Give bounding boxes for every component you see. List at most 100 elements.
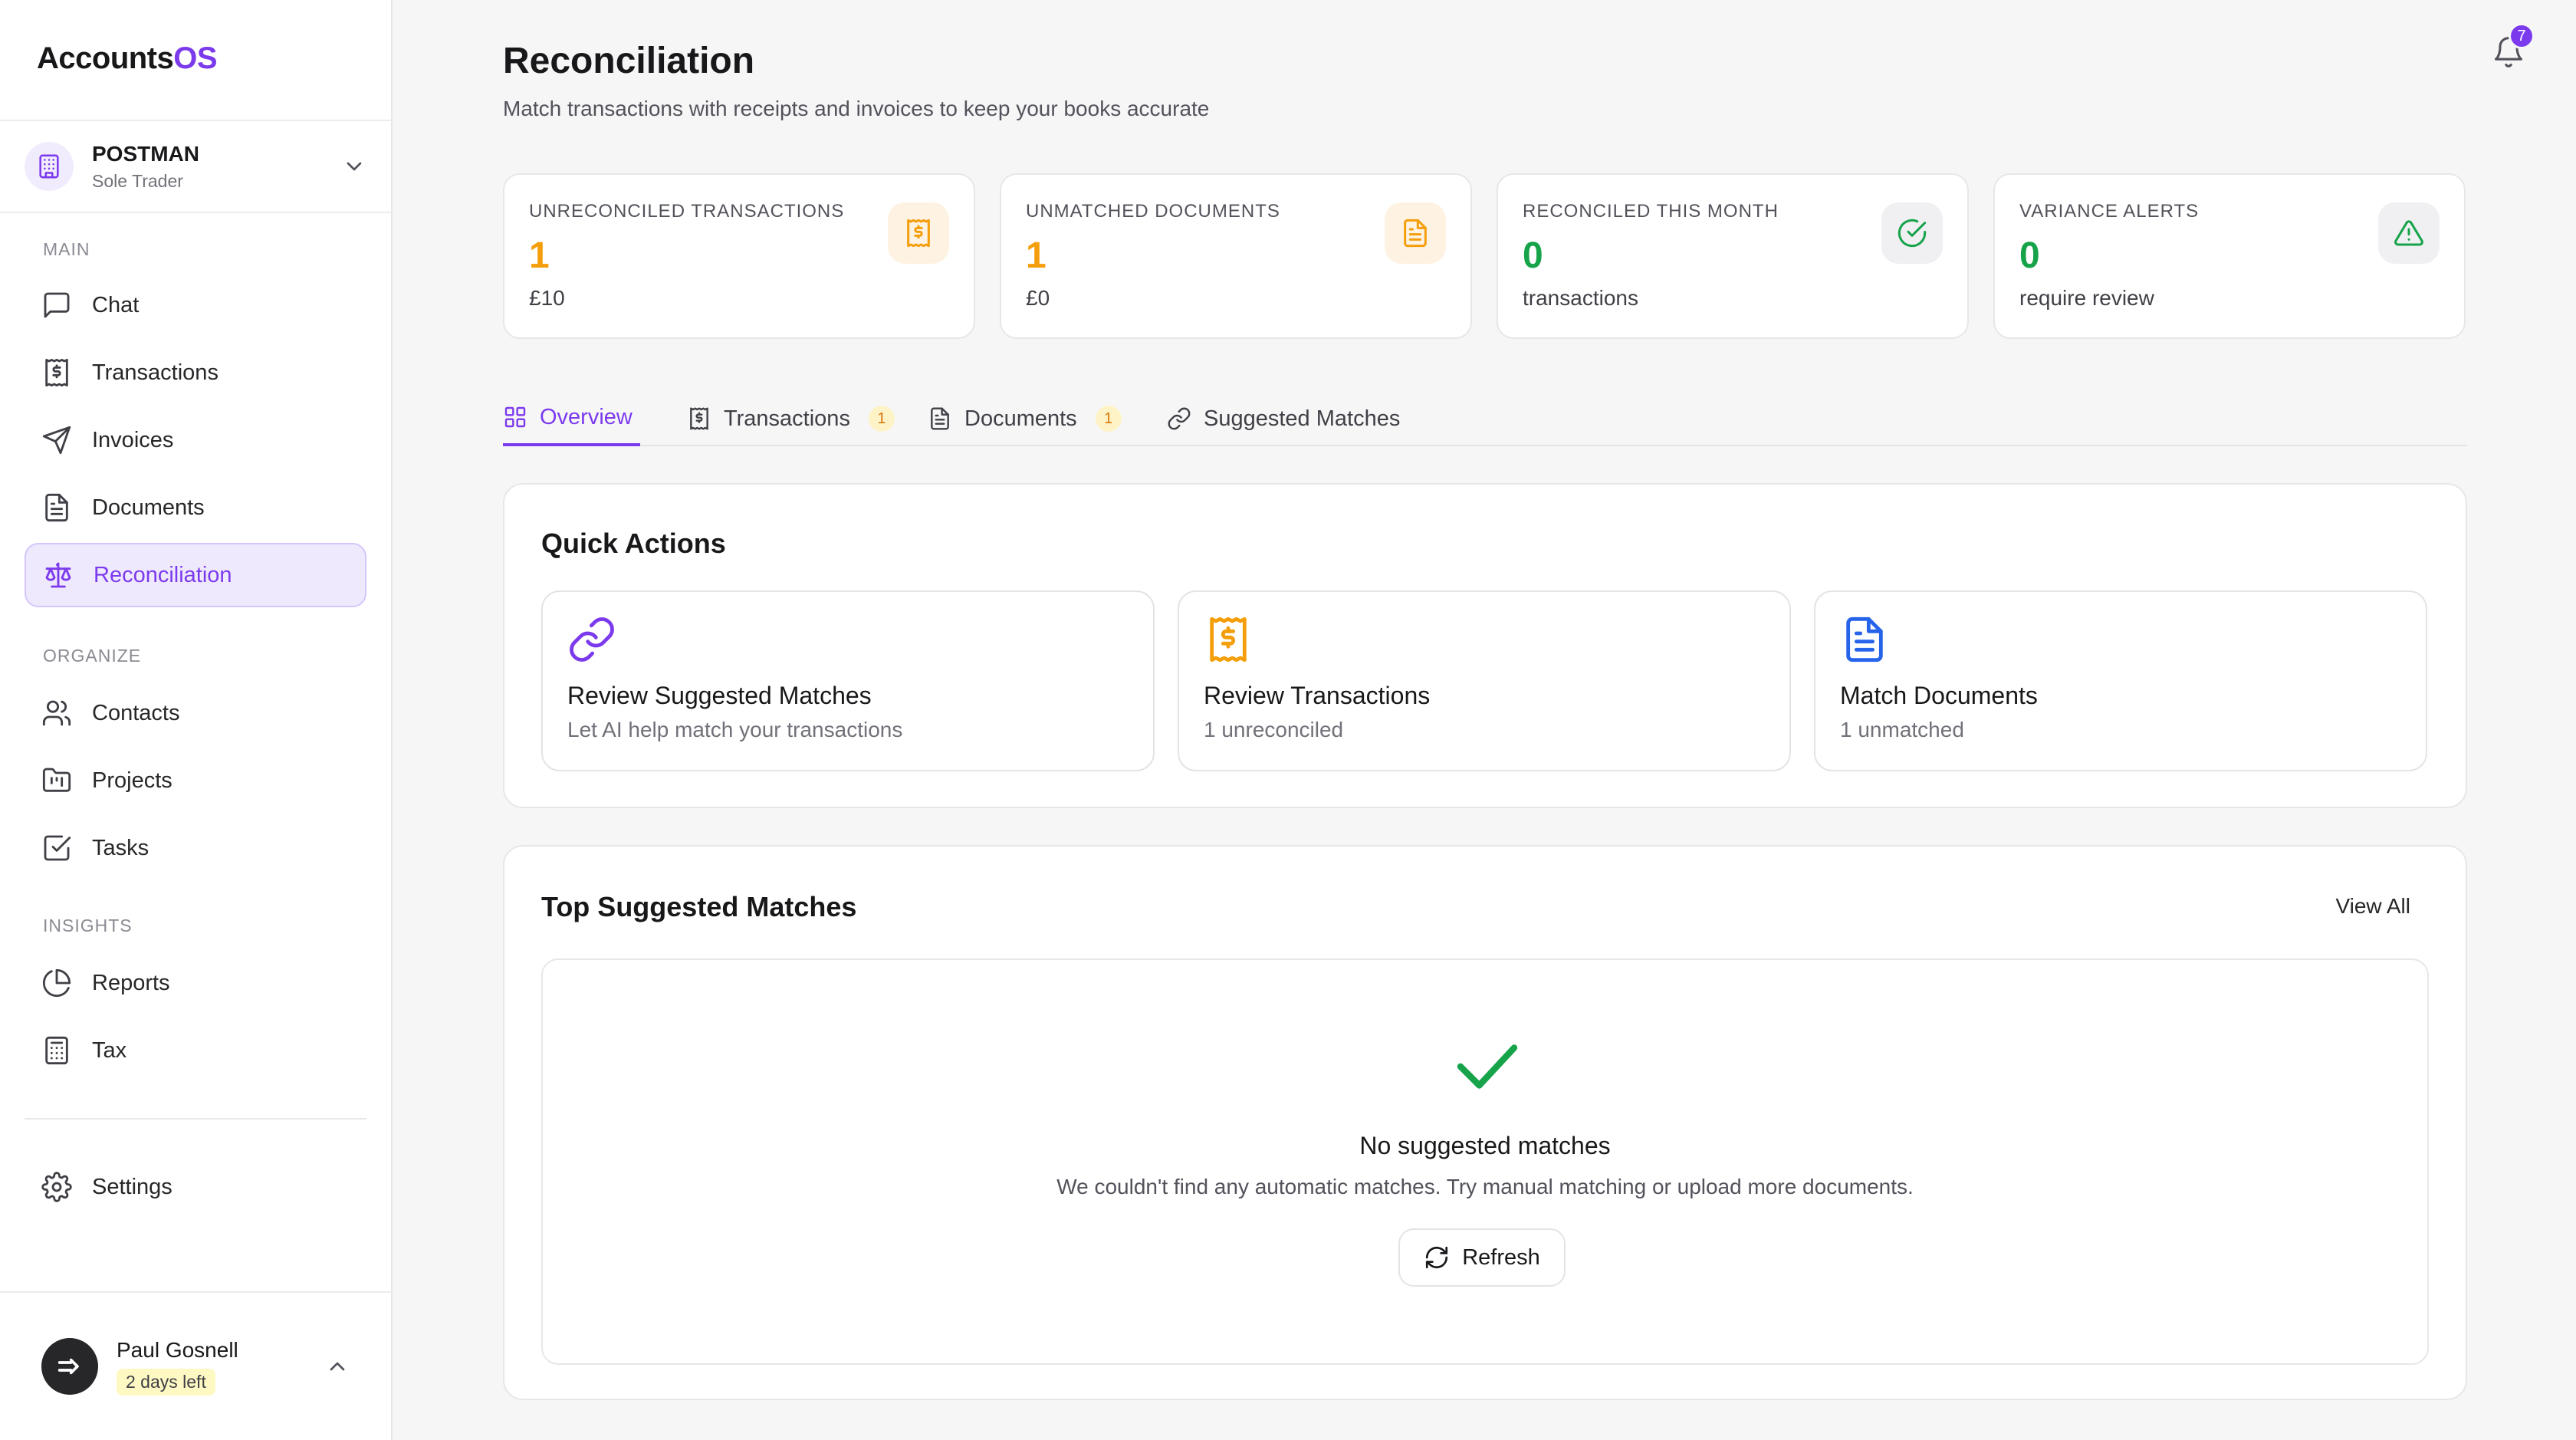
section-label-insights: INSIGHTS [43,916,133,935]
checkmark-icon [1457,1044,1518,1089]
checkbox-icon [44,835,71,861]
stat-label: UNRECONCILED TRANSACTIONS [529,201,845,222]
receipt-dollar-icon [1210,616,1247,662]
action-title: Review Transactions [1204,682,1431,709]
section-label-main: MAIN [43,239,90,259]
stat-sub: £0 [1026,286,1050,310]
stat-card-reconciled: RECONCILED THIS MONTH 0 transactions [1497,173,1969,339]
match-documents-card[interactable]: Match Documents 1 unmatched [1814,590,2427,771]
sidebar-item-reconciliation[interactable]: Reconciliation [25,543,366,607]
stat-value: 0 [2019,235,2040,276]
stat-label: VARIANCE ALERTS [2019,201,2200,222]
stat-sub: transactions [1523,286,1638,310]
alert-triangle-icon [2378,202,2440,264]
avatar [41,1338,98,1395]
check-circle-icon [1881,202,1943,264]
stat-value: 1 [1026,235,1046,276]
chevron-up-icon [330,1362,345,1371]
pie-chart-icon [42,968,71,998]
trial-badge: 2 days left [117,1368,215,1396]
user-name: Paul Gosnell [117,1337,238,1362]
view-all-link[interactable]: View All [2335,894,2410,919]
review-suggested-matches-card[interactable]: Review Suggested Matches Let AI help mat… [541,590,1155,771]
send-icon [42,426,71,455]
receipt-dollar-icon [45,358,68,387]
app-logo[interactable]: AccountsOS [37,41,218,76]
document-icon [1385,202,1446,264]
tab-suggested-matches[interactable]: Suggested Matches [1167,391,1400,446]
page-subtitle: Match transactions with receipts and inv… [503,97,1210,120]
chat-icon [44,292,70,318]
refresh-label: Refresh [1462,1244,1540,1270]
chevron-down-icon [347,162,362,171]
sidebar-item-label: Reports [92,970,170,995]
organization-type: Sole Trader [92,170,183,191]
tab-documents[interactable]: Documents 1 [928,391,1122,446]
stat-card-unmatched: UNMATCHED DOCUMENTS 1 £0 [1000,173,1472,339]
action-subtitle: 1 unmatched [1840,718,1964,741]
quick-actions-panel: Quick Actions Review Suggested Matches L… [503,483,2467,808]
tab-label: Documents [964,406,1077,431]
sidebar-item-invoices[interactable]: Invoices [25,408,366,472]
sidebar: AccountsOS POSTMAN Sole Trader MAIN Chat… [0,0,393,1440]
sidebar-item-label: Documents [92,495,205,520]
users-icon [42,700,71,726]
main-content: Reconciliation Match transactions with r… [393,0,2576,1440]
sidebar-item-chat[interactable]: Chat [25,273,366,337]
sidebar-item-label: Tasks [92,835,150,860]
tab-overview[interactable]: Overview [503,391,640,446]
stat-value: 0 [1523,235,1543,276]
receipt-dollar-icon [888,202,949,264]
logo-main: Accounts [37,41,174,75]
top-matches-title: Top Suggested Matches [541,891,857,922]
user-menu[interactable]: Paul Gosnell 2 days left [0,1291,391,1440]
review-transactions-card[interactable]: Review Transactions 1 unreconciled [1178,590,1791,771]
tab-count-badge: 1 [1095,406,1122,432]
tab-label: Overview [540,404,632,429]
stat-value: 1 [529,235,550,276]
sidebar-item-label: Projects [92,768,172,793]
sidebar-item-settings[interactable]: Settings [25,1155,366,1219]
action-subtitle: 1 unreconciled [1204,718,1344,741]
stat-card-unreconciled: UNRECONCILED TRANSACTIONS 1 £10 [503,173,975,339]
action-subtitle: Let AI help match your transactions [567,718,903,741]
sidebar-item-tax[interactable]: Tax [25,1018,366,1083]
quick-actions-title: Quick Actions [541,528,726,559]
grid-icon [504,406,526,428]
notification-count-badge: 7 [2509,23,2535,49]
sidebar-item-label: Tax [92,1037,127,1063]
sidebar-item-projects[interactable]: Projects [25,748,366,813]
sidebar-item-label: Contacts [92,700,180,725]
page-title: Reconciliation [503,41,755,81]
scale-icon [45,562,71,588]
sidebar-item-label: Transactions [92,360,219,385]
empty-state-description: We couldn't find any automatic matches. … [1056,1175,1914,1198]
document-icon [45,493,68,522]
document-icon [1846,616,1883,662]
sidebar-divider [25,1118,366,1119]
tab-label: Transactions [724,406,850,431]
tab-transactions[interactable]: Transactions 1 [687,391,895,446]
sidebar-item-tasks[interactable]: Tasks [25,816,366,880]
tab-label: Suggested Matches [1204,406,1401,431]
stat-label: UNMATCHED DOCUMENTS [1026,201,1280,222]
action-title: Review Suggested Matches [567,682,872,709]
organization-switcher[interactable]: POSTMAN Sole Trader [0,120,391,213]
stat-card-variance: VARIANCE ALERTS 0 require review [1993,173,2466,339]
sidebar-item-documents[interactable]: Documents [25,475,366,540]
tab-bar: Overview Transactions 1 Documents 1 Sugg… [503,391,2467,446]
empty-state: No suggested matches We couldn't find an… [541,958,2429,1365]
document-icon [931,407,949,430]
sidebar-item-label: Settings [92,1174,172,1199]
action-title: Match Documents [1840,682,2038,709]
logo-accent: OS [173,41,218,75]
sidebar-item-contacts[interactable]: Contacts [25,681,366,745]
calculator-icon [45,1036,68,1065]
stat-sub: require review [2019,286,2154,310]
top-suggested-matches-panel: Top Suggested Matches View All No sugges… [503,845,2467,1400]
sidebar-item-transactions[interactable]: Transactions [25,340,366,405]
gear-icon [41,1172,72,1202]
sidebar-item-reports[interactable]: Reports [25,951,366,1015]
refresh-button[interactable]: Refresh [1398,1228,1566,1287]
sidebar-item-label: Invoices [92,427,174,452]
